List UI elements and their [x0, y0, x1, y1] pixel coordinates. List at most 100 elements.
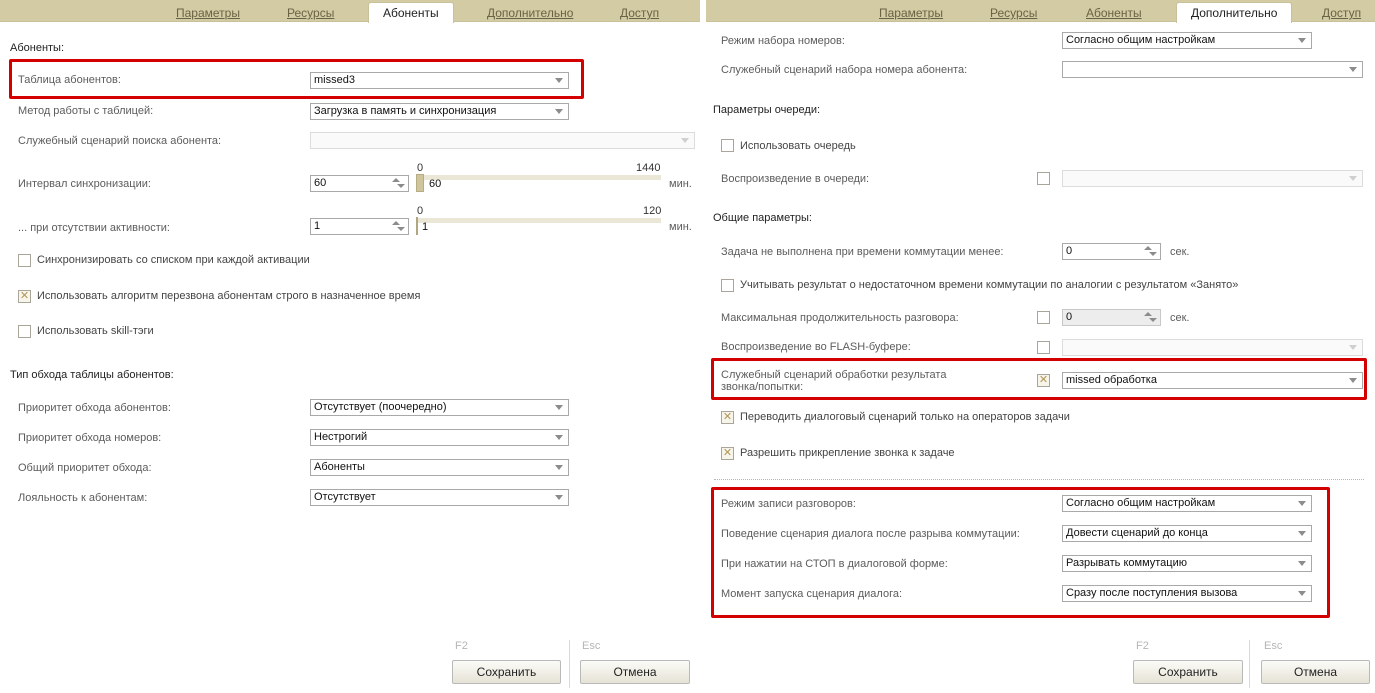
tab-bar: Параметры Ресурсы Абоненты Дополнительно… — [0, 0, 700, 23]
search-script-dropdown[interactable] — [310, 132, 695, 149]
flash-playback-label: Воспроизведение во FLASH-буфере: — [721, 341, 911, 353]
chevron-down-icon — [1349, 378, 1357, 383]
stop-action-label: При нажатии на СТОП в диалоговой форме: — [721, 558, 948, 570]
dial-mode-dropdown[interactable]: Согласно общим настройкам — [1062, 32, 1312, 49]
tab-subscribers[interactable]: Абоненты — [368, 2, 454, 23]
chevron-down-icon — [1298, 501, 1306, 506]
section-title-subscribers: Абоненты: — [10, 42, 65, 54]
queue-playback-checkbox[interactable] — [1037, 172, 1050, 185]
sync-slider-thumb[interactable] — [416, 174, 424, 192]
chevron-down-icon — [555, 78, 563, 83]
use-queue-checkbox[interactable] — [721, 139, 734, 152]
recording-mode-dropdown[interactable]: Согласно общим настройкам — [1062, 495, 1312, 512]
section-title-traversal: Тип обхода таблицы абонентов: — [10, 369, 174, 381]
chevron-down-icon — [1349, 345, 1357, 350]
result-script-checkbox[interactable]: ✕ — [1037, 374, 1050, 387]
check-x-icon: ✕ — [722, 447, 733, 459]
tab-access[interactable]: Доступ — [620, 6, 659, 20]
max-duration-checkbox[interactable] — [1037, 311, 1050, 324]
footer-separator — [1249, 640, 1250, 688]
chevron-down-icon — [555, 109, 563, 114]
flash-playback-checkbox[interactable] — [1037, 341, 1050, 354]
sync-interval-unit: мин. — [669, 178, 692, 190]
spinner-arrows-icon[interactable] — [1144, 246, 1157, 257]
tab-parameters[interactable]: Параметры — [176, 6, 240, 20]
subscriber-table-value: missed3 — [314, 74, 355, 86]
save-hotkey: F2 — [1136, 640, 1149, 652]
max-duration-spinner[interactable]: 0 — [1062, 309, 1161, 326]
count-result-checkbox[interactable] — [721, 279, 734, 292]
flash-playback-dropdown[interactable] — [1062, 339, 1363, 356]
skill-tags-label: Использовать skill-тэги — [37, 325, 154, 337]
traversal-subscribers-value: Отсутствует (поочередно) — [314, 401, 447, 413]
queue-playback-dropdown[interactable] — [1062, 170, 1363, 187]
after-disconnect-dropdown[interactable]: Довести сценарий до конца — [1062, 525, 1312, 542]
dial-script-dropdown[interactable] — [1062, 61, 1363, 78]
footer-separator — [569, 640, 570, 688]
allow-attach-checkbox[interactable]: ✕ — [721, 447, 734, 460]
tab-additional[interactable]: Дополнительно — [487, 6, 573, 20]
traversal-numbers-label: Приоритет обхода номеров: — [18, 432, 162, 444]
sync-on-activation-checkbox[interactable] — [18, 254, 31, 267]
spinner-arrows-icon[interactable] — [392, 221, 405, 232]
inactivity-slider-thumb[interactable] — [416, 217, 418, 235]
inactivity-slider-value: 1 — [422, 221, 429, 233]
strict-callback-checkbox[interactable]: ✕ — [18, 290, 31, 303]
task-failed-label: Задача не выполнена при времени коммутац… — [721, 246, 1004, 258]
sync-slider-value: 60 — [429, 178, 442, 190]
save-hotkey: F2 — [455, 640, 468, 652]
spinner-arrows-icon[interactable] — [1144, 312, 1157, 323]
spinner-arrows-icon[interactable] — [392, 178, 405, 189]
only-task-operators-checkbox[interactable]: ✕ — [721, 411, 734, 424]
traversal-overall-dropdown[interactable]: Абоненты — [310, 459, 569, 476]
check-x-icon: ✕ — [1038, 374, 1049, 386]
left-settings-panel: Параметры Ресурсы Абоненты Дополнительно… — [0, 0, 700, 693]
tab-subscribers[interactable]: Абоненты — [1086, 6, 1142, 20]
sync-interval-value: 60 — [314, 177, 327, 189]
inactivity-slider-track[interactable] — [416, 218, 661, 223]
cancel-button[interactable]: Отмена — [1261, 660, 1370, 684]
inactivity-spinner[interactable]: 1 — [310, 218, 409, 235]
sync-interval-spinner[interactable]: 60 — [310, 175, 409, 192]
tab-resources[interactable]: Ресурсы — [287, 6, 334, 20]
tab-additional[interactable]: Дополнительно — [1176, 2, 1293, 23]
chevron-down-icon — [1298, 38, 1306, 43]
save-button[interactable]: Сохранить — [452, 660, 561, 684]
tab-access[interactable]: Доступ — [1322, 6, 1361, 20]
task-failed-spinner[interactable]: 0 — [1062, 243, 1161, 260]
queue-playback-label: Воспроизведение в очереди: — [721, 173, 870, 185]
dial-script-label: Служебный сценарий набора номера абонент… — [721, 64, 968, 76]
skill-tags-checkbox[interactable] — [18, 325, 31, 338]
tab-resources[interactable]: Ресурсы — [990, 6, 1037, 20]
after-disconnect-value: Довести сценарий до конца — [1066, 527, 1208, 539]
cancel-hotkey: Esc — [582, 640, 601, 652]
only-task-operators-label: Переводить диалоговый сценарий только на… — [740, 411, 1070, 423]
tab-parameters[interactable]: Параметры — [879, 6, 943, 20]
result-script-dropdown[interactable]: missed обработка — [1062, 372, 1363, 389]
traversal-numbers-dropdown[interactable]: Нестрогий — [310, 429, 569, 446]
recording-mode-value: Согласно общим настройкам — [1066, 497, 1216, 509]
save-button[interactable]: Сохранить — [1133, 660, 1243, 684]
traversal-overall-label: Общий приоритет обхода: — [18, 462, 152, 474]
chevron-down-icon — [1349, 176, 1357, 181]
stop-action-dropdown[interactable]: Разрывать коммутацию — [1062, 555, 1312, 572]
cancel-button[interactable]: Отмена — [580, 660, 690, 684]
subscriber-table-dropdown[interactable]: missed3 — [310, 72, 569, 89]
check-x-icon: ✕ — [19, 290, 30, 302]
task-failed-value: 0 — [1066, 245, 1073, 257]
sync-slider-min: 0 — [417, 162, 424, 174]
traversal-subscribers-dropdown[interactable]: Отсутствует (поочередно) — [310, 399, 569, 416]
sync-on-activation-label: Синхронизировать со списком при каждой а… — [37, 254, 310, 266]
table-method-label: Метод работы с таблицей: — [18, 105, 154, 117]
chevron-down-icon — [1349, 67, 1357, 72]
table-method-dropdown[interactable]: Загрузка в память и синхронизация — [310, 103, 569, 120]
loyalty-dropdown[interactable]: Отсутствует — [310, 489, 569, 506]
task-failed-unit: сек. — [1170, 246, 1190, 258]
traversal-numbers-value: Нестрогий — [314, 431, 368, 443]
inactivity-slider-max: 120 — [643, 205, 662, 217]
chevron-down-icon — [555, 465, 563, 470]
sync-slider-track[interactable] — [416, 175, 661, 180]
loyalty-label: Лояльность к абонентам: — [18, 492, 148, 504]
table-method-value: Загрузка в память и синхронизация — [314, 105, 497, 117]
dialog-start-dropdown[interactable]: Сразу после поступления вызова — [1062, 585, 1312, 602]
